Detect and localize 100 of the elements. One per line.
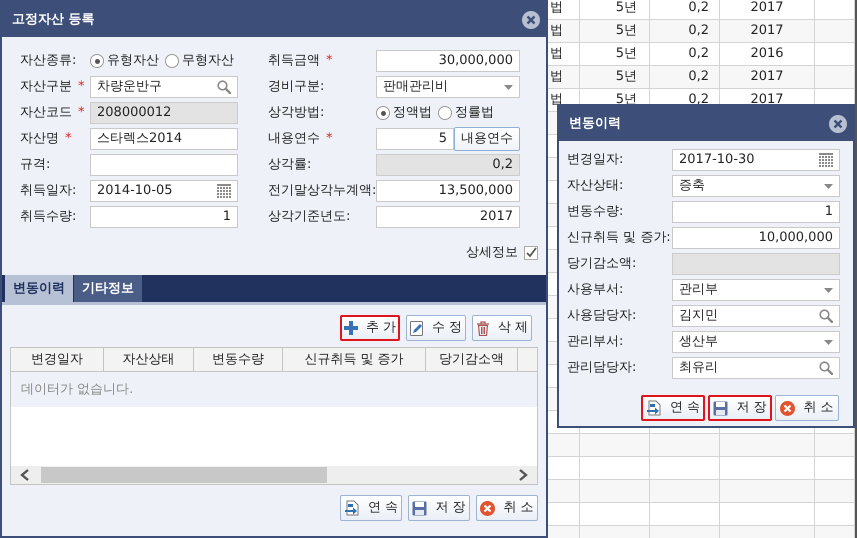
input-field[interactable]: 1 [672,201,840,223]
field-label: 상각률: [268,156,312,174]
save-button[interactable]: 저 장 [408,495,470,521]
table-cell-text: 2017 [749,0,785,18]
field-label: 취득수량: [20,208,76,226]
column-header[interactable]: 당기감소액 [426,348,518,371]
input-field[interactable]: 30,000,000 [376,50,520,72]
search-icon[interactable] [819,361,833,375]
table-cell-text: 0,2 [687,0,709,18]
radio-label[interactable]: 정률법 [455,103,494,123]
lookup-button[interactable]: 내용연수 [454,127,520,151]
column-header[interactable]: 변경일자 [11,348,104,371]
table-cell-text: 5년 [614,22,637,40]
checkbox-label[interactable]: 상세정보 [466,243,518,263]
cancel-icon [780,400,796,416]
column-header[interactable]: 신규취득 및 증가 [283,348,426,371]
table-cell-text: 5년 [614,0,637,18]
radio-label[interactable]: 정액법 [393,103,432,123]
caret-icon[interactable] [824,340,833,344]
dropdown[interactable]: 증축 [672,175,840,197]
field-label: 전기말상각누계액: [268,182,376,200]
required-mark: * [326,52,332,70]
field-label: 규격: [20,156,50,174]
horizontal-scrollbar[interactable] [11,466,537,484]
search-field[interactable]: 김지민 [672,305,840,327]
date-field[interactable]: 2014-10-05 [90,180,238,202]
input-field[interactable]: 1 [90,206,238,228]
field-label: 사용부서: [567,281,624,300]
radio-label[interactable]: 유형자산 [107,51,159,71]
cancel-button[interactable]: 취 소 [775,395,839,421]
search-field[interactable]: 차량운반구 [90,76,238,98]
add-button[interactable]: 추 가 [340,315,400,341]
table-cell-text: 0,2 [687,91,709,110]
window-title: 고정자산 등록 [12,10,95,29]
input-field[interactable]: 5 [376,128,454,150]
table-cell-text: 0,2 [687,68,709,86]
trash-icon [476,320,490,336]
field-label: 취득금액 [268,52,320,70]
calendar-icon[interactable] [217,184,231,198]
column-header[interactable]: 변동수량 [194,348,283,371]
radio-button[interactable] [90,54,104,68]
table-cell-text: 5년 [614,45,637,64]
table-cell-text: 법 [550,68,564,86]
document-arrow-icon [344,500,360,516]
input-field[interactable]: 2017 [376,206,520,228]
field-label: 사용담당자: [567,307,636,326]
dropdown[interactable]: 관리부 [672,279,840,301]
field-label: 경비구분: [268,78,324,96]
close-icon[interactable] [522,10,540,28]
dropdown[interactable]: 생산부 [672,331,840,353]
radio-button[interactable] [438,106,452,120]
cancel-button[interactable]: 취 소 [476,495,538,521]
window-title: 변동이력 [569,114,621,133]
field-label: 자산종류: [20,52,76,70]
required-mark: * [78,104,84,122]
required-mark: * [78,78,84,96]
radio-button[interactable] [376,106,390,120]
date-field[interactable]: 2017-10-30 [672,149,840,171]
table-cell-text: 2017 [749,22,785,40]
edit-button[interactable]: 수 정 [406,315,466,341]
search-icon[interactable] [217,80,231,94]
field-label: 관리부서: [567,333,624,352]
field-label: 자산구분 [20,78,72,96]
scrollbar-thumb[interactable] [41,467,327,483]
dropdown[interactable]: 판매관리비 [376,76,520,98]
radio-button[interactable] [165,54,179,68]
input-field: 0,2 [376,154,520,176]
caret-icon[interactable] [504,84,513,90]
close-icon[interactable] [829,114,847,132]
field-label: 취득일자: [20,182,76,200]
table-cell-text: 2017 [749,68,785,86]
field-label: 변동수량: [567,203,624,222]
required-mark: * [326,130,332,148]
continue-button[interactable]: 연 속 [641,395,705,421]
document-arrow-icon [646,400,662,416]
search-field[interactable]: 최유리 [672,357,840,379]
input-field[interactable]: 13,500,000 [376,180,520,202]
caret-icon[interactable] [824,184,833,188]
table-cell-text: 0,2 [687,22,709,40]
table-cell-text: 0,2 [687,45,709,64]
input-field[interactable] [90,154,238,176]
table-cell-text: 2017 [749,91,785,110]
input-field[interactable]: 10,000,000 [672,227,840,249]
input-field[interactable]: 스타렉스2014 [90,128,238,150]
tab[interactable]: 변동이력 [5,275,73,302]
search-icon[interactable] [819,309,833,323]
delete-button[interactable]: 삭 제 [472,315,532,341]
calendar-icon[interactable] [819,153,833,167]
required-mark: * [65,130,72,148]
field-label: 내용연수 [268,130,320,148]
radio-label[interactable]: 무형자산 [182,51,234,71]
field-label: 상각기준년도: [268,208,350,226]
save-button[interactable]: 저 장 [708,395,772,421]
field-label: 자산명 [20,130,59,148]
caret-icon[interactable] [824,288,833,292]
checkbox[interactable] [524,246,538,260]
column-header[interactable]: 자산상태 [104,348,194,371]
tab[interactable]: 기타정보 [74,275,142,302]
field-label: 자산코드 [20,104,72,122]
continue-button[interactable]: 연 속 [340,495,402,521]
